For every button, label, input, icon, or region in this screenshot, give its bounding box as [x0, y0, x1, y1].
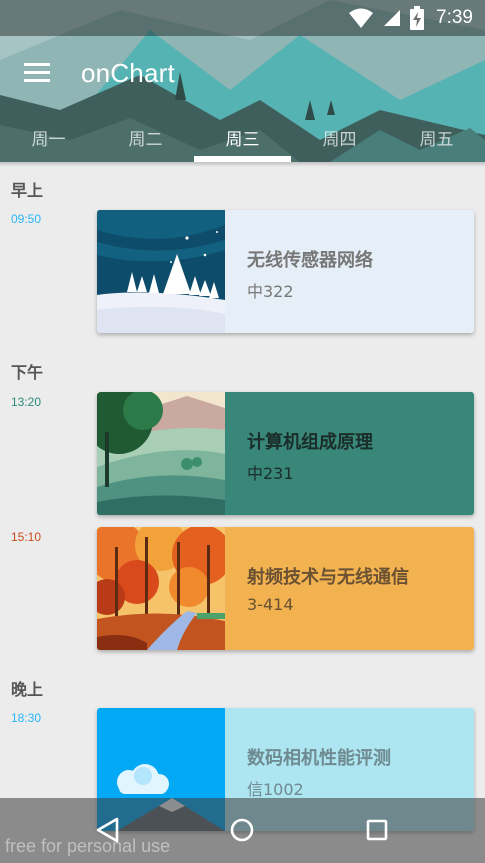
course-name-3: 射频技术与无线通信	[247, 567, 409, 588]
watermark-text: free for personal use	[5, 836, 171, 856]
classroom-1: 中322	[247, 282, 294, 301]
tab-thursday[interactable]: 周四	[291, 112, 388, 162]
class-time-1: 09:50	[11, 212, 42, 226]
wifi-icon	[349, 8, 374, 28]
green-hills-image	[97, 392, 225, 515]
section-label-evening: 晚上	[11, 680, 44, 699]
classroom-3: 3-414	[247, 595, 294, 614]
class-time-4: 18:30	[11, 711, 42, 725]
recents-button[interactable]	[359, 812, 395, 848]
header-shadow	[0, 162, 485, 167]
status-bar: 7:39	[0, 0, 485, 36]
hamburger-menu-icon	[24, 63, 50, 82]
signal-icon	[384, 10, 401, 26]
home-button[interactable]	[224, 812, 260, 848]
class-card-3[interactable]: 射频技术与无线通信 3-414	[97, 527, 474, 650]
classroom-4: 信1002	[247, 780, 304, 799]
autumn-forest-image	[97, 527, 225, 650]
status-time: 7:39	[436, 7, 473, 28]
home-circle-icon	[230, 818, 254, 842]
section-label-morning: 早上	[11, 181, 44, 200]
tab-friday[interactable]: 周五	[388, 112, 485, 162]
class-card-2[interactable]: 计算机组成原理 中231	[97, 392, 474, 515]
app-title: onChart	[81, 58, 175, 88]
classroom-2: 中231	[247, 464, 294, 483]
battery-charging-icon	[410, 6, 425, 30]
menu-button[interactable]	[20, 58, 56, 88]
class-card-1[interactable]: 无线传感器网络 中322	[97, 210, 474, 333]
tab-wednesday[interactable]: 周三	[194, 112, 291, 162]
section-label-afternoon: 下午	[11, 363, 44, 382]
course-name-1: 无线传感器网络	[247, 250, 373, 271]
recents-square-icon	[366, 819, 388, 841]
snowy-forest-image	[97, 210, 225, 333]
class-time-3: 15:10	[11, 530, 42, 544]
app-header: 7:39 onChart 周一 周二 周三 周四 周五	[0, 0, 485, 162]
tab-tuesday[interactable]: 周二	[97, 112, 194, 162]
course-name-4: 数码相机性能评测	[247, 748, 391, 769]
class-time-2: 13:20	[11, 395, 42, 409]
weekday-tabs: 周一 周二 周三 周四 周五	[0, 112, 485, 162]
tab-monday[interactable]: 周一	[0, 112, 97, 162]
course-name-2: 计算机组成原理	[247, 432, 373, 453]
